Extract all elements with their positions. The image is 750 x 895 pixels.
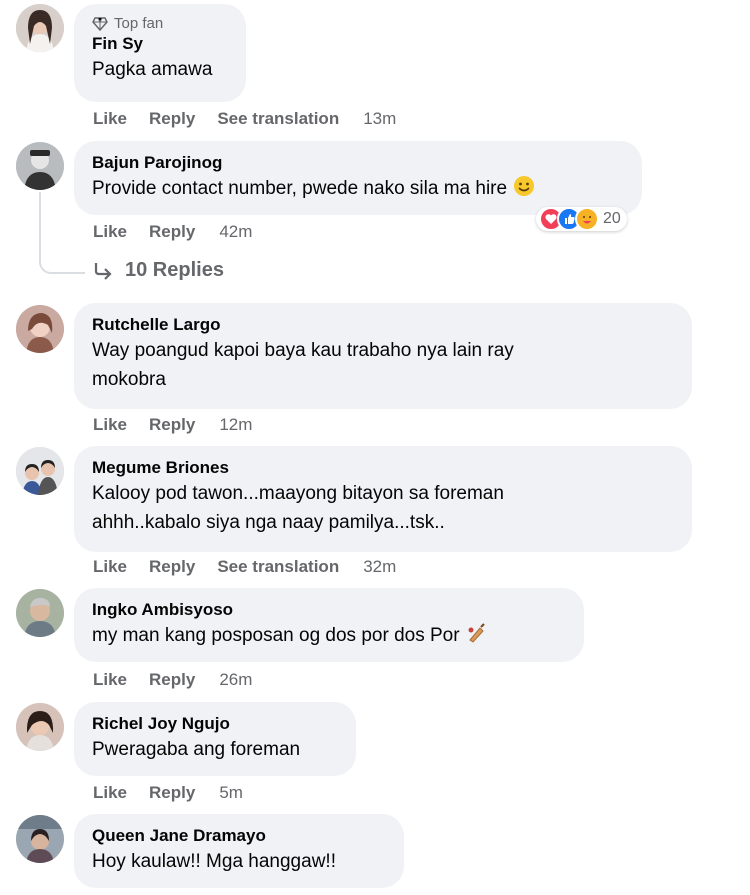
avatar[interactable] <box>16 4 64 52</box>
comment-actions: Like Reply 26m <box>93 668 274 692</box>
top-fan-badge: Top fan <box>92 15 228 33</box>
reactions-summary[interactable]: 20 <box>536 207 627 231</box>
view-replies-button[interactable]: 10 Replies <box>93 259 224 282</box>
reply-button[interactable]: Reply <box>149 783 195 803</box>
comment-text: my man kang posposan og dos por dos Por <box>92 625 460 646</box>
like-button[interactable]: Like <box>93 670 127 690</box>
reaction-count: 20 <box>603 210 621 227</box>
care-icon <box>575 207 599 231</box>
comment-author[interactable]: Fin Sy <box>92 33 228 55</box>
badge-label: Top fan <box>114 15 164 32</box>
comment-text: Hoy kaulaw!! Mga hanggaw!! <box>92 851 336 872</box>
comment-bubble: Bajun Parojinog Provide contact number, … <box>74 141 642 215</box>
like-button[interactable]: Like <box>93 109 127 129</box>
see-translation-button[interactable]: See translation <box>217 557 339 577</box>
comment-text: Way poangud kapoi baya kau trabaho nya l… <box>92 340 514 361</box>
reply-button[interactable]: Reply <box>149 557 195 577</box>
comment-author[interactable]: Richel Joy Ngujo <box>92 713 338 735</box>
reply-arrow-icon <box>94 262 112 280</box>
comment-text-row: my man kang posposan og dos por dos Por <box>92 621 566 650</box>
comment-author[interactable]: Rutchelle Largo <box>92 314 674 336</box>
comment-actions: Like Reply 5m <box>93 781 265 805</box>
comment-actions: Like Reply 12m <box>93 413 274 437</box>
like-button[interactable]: Like <box>93 557 127 577</box>
comment-text: Pagka amawa <box>92 59 213 80</box>
comment-text: mokobra <box>92 369 166 390</box>
comment-text: ahhh..kabalo siya nga naay pamilya...tsk… <box>92 512 445 533</box>
smile-emoji-icon <box>514 176 535 196</box>
like-button[interactable]: Like <box>93 222 127 242</box>
avatar[interactable] <box>16 447 64 495</box>
diamond-icon <box>92 17 108 31</box>
comment-author[interactable]: Megume Briones <box>92 457 674 479</box>
comment-bubble: Rutchelle Largo Way poangud kapoi baya k… <box>74 303 692 409</box>
thread-line <box>39 250 85 274</box>
like-button[interactable]: Like <box>93 783 127 803</box>
comment-bubble: Ingko Ambisyoso my man kang posposan og … <box>74 588 584 662</box>
reply-button[interactable]: Reply <box>149 109 195 129</box>
comment-author[interactable]: Queen Jane Dramayo <box>92 825 386 847</box>
comment-actions: Like Reply See translation 32m <box>93 555 418 579</box>
cricket-bat-emoji-icon <box>468 623 485 643</box>
comment-bubble: Queen Jane Dramayo Hoy kaulaw!! Mga hang… <box>74 814 404 888</box>
reply-button[interactable]: Reply <box>149 222 195 242</box>
comment-timestamp[interactable]: 13m <box>363 109 396 129</box>
comment-bubble: Richel Joy Ngujo Pweragaba ang foreman <box>74 702 356 776</box>
avatar[interactable] <box>16 703 64 751</box>
comment-bubble: Top fan Fin Sy Pagka amawa <box>74 4 246 102</box>
comment-text-row: Provide contact number, pwede nako sila … <box>92 174 624 203</box>
reply-button[interactable]: Reply <box>149 415 195 435</box>
like-button[interactable]: Like <box>93 415 127 435</box>
avatar[interactable] <box>16 815 64 863</box>
comment-timestamp[interactable]: 42m <box>219 222 252 242</box>
comment-text: Provide contact number, pwede nako sila … <box>92 178 508 199</box>
replies-count-label: 10 Replies <box>125 259 224 281</box>
comment-bubble: Megume Briones Kalooy pod tawon...maayon… <box>74 446 692 552</box>
avatar[interactable] <box>16 305 64 353</box>
avatar[interactable] <box>16 589 64 637</box>
comment-author[interactable]: Bajun Parojinog <box>92 152 624 174</box>
comment-timestamp[interactable]: 26m <box>219 670 252 690</box>
comment-author[interactable]: Ingko Ambisyoso <box>92 599 566 621</box>
comment-text: Pweragaba ang foreman <box>92 739 301 760</box>
comment-actions: Like Reply See translation 13m <box>93 107 418 131</box>
comment-timestamp[interactable]: 5m <box>219 783 243 803</box>
comment-timestamp[interactable]: 32m <box>363 557 396 577</box>
comment-timestamp[interactable]: 12m <box>219 415 252 435</box>
comment-actions: Like Reply 42m <box>93 220 274 244</box>
thread-line <box>39 192 41 250</box>
reply-button[interactable]: Reply <box>149 670 195 690</box>
avatar[interactable] <box>16 142 64 190</box>
comment-text: Kalooy pod tawon...maayong bitayon sa fo… <box>92 483 504 504</box>
see-translation-button[interactable]: See translation <box>217 109 339 129</box>
